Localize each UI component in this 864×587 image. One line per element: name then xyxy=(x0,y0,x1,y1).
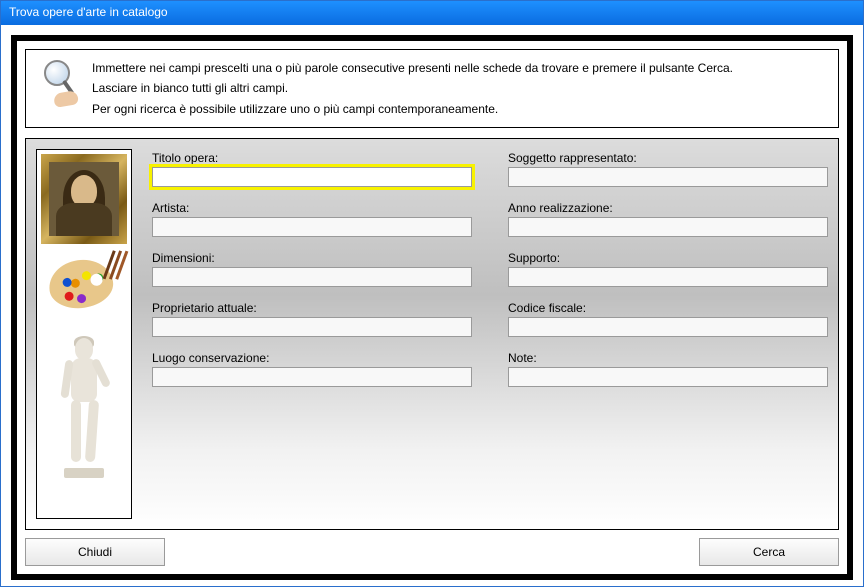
field-proprietario: Proprietario attuale: xyxy=(152,301,472,337)
field-anno: Anno realizzazione: xyxy=(508,201,828,237)
label-dimensioni: Dimensioni: xyxy=(152,251,472,265)
field-supporto: Supporto: xyxy=(508,251,828,287)
instructions-line: Per ogni ricerca è possibile utilizzare … xyxy=(92,99,733,119)
field-luogo: Luogo conservazione: xyxy=(152,351,472,387)
magnifier-icon xyxy=(36,58,80,112)
close-button[interactable]: Chiudi xyxy=(25,538,165,566)
input-supporto[interactable] xyxy=(508,267,828,287)
instructions-text: Immettere nei campi prescelti una o più … xyxy=(92,58,733,119)
input-luogo[interactable] xyxy=(152,367,472,387)
label-supporto: Supporto: xyxy=(508,251,828,265)
button-row: Chiudi Cerca xyxy=(25,538,839,566)
field-note: Note: xyxy=(508,351,828,387)
field-titolo-opera: Titolo opera: xyxy=(152,151,472,187)
label-soggetto: Soggetto rappresentato: xyxy=(508,151,828,165)
input-soggetto[interactable] xyxy=(508,167,828,187)
input-artista[interactable] xyxy=(152,217,472,237)
label-luogo: Luogo conservazione: xyxy=(152,351,472,365)
input-note[interactable] xyxy=(508,367,828,387)
label-anno: Anno realizzazione: xyxy=(508,201,828,215)
window-body: Immettere nei campi prescelti una o più … xyxy=(1,25,863,586)
input-dimensioni[interactable] xyxy=(152,267,472,287)
instructions-line: Lasciare in bianco tutti gli altri campi… xyxy=(92,78,733,98)
field-dimensioni: Dimensioni: xyxy=(152,251,472,287)
label-codice-fiscale: Codice fiscale: xyxy=(508,301,828,315)
field-codice-fiscale: Codice fiscale: xyxy=(508,301,828,337)
window-titlebar: Trova opere d'arte in catalogo xyxy=(1,1,863,25)
content-frame: Immettere nei campi prescelti una o più … xyxy=(11,35,853,580)
label-titolo-opera: Titolo opera: xyxy=(152,151,472,165)
label-proprietario: Proprietario attuale: xyxy=(152,301,472,315)
input-codice-fiscale[interactable] xyxy=(508,317,828,337)
input-proprietario[interactable] xyxy=(152,317,472,337)
input-anno[interactable] xyxy=(508,217,828,237)
search-artwork-window: Trova opere d'arte in catalogo Immettere… xyxy=(0,0,864,587)
palette-icon xyxy=(41,250,127,318)
search-button[interactable]: Cerca xyxy=(699,538,839,566)
field-artista: Artista: xyxy=(152,201,472,237)
search-form-box: Titolo opera: Soggetto rappresentato: Ar… xyxy=(25,138,839,530)
mona-lisa-icon xyxy=(41,154,127,244)
instructions-box: Immettere nei campi prescelti una o più … xyxy=(25,49,839,128)
window-title: Trova opere d'arte in catalogo xyxy=(9,5,168,19)
artwork-thumbnails-strip xyxy=(36,149,132,519)
instructions-line: Immettere nei campi prescelti una o più … xyxy=(92,58,733,78)
david-statue-icon xyxy=(41,324,127,484)
search-form: Titolo opera: Soggetto rappresentato: Ar… xyxy=(152,149,828,519)
label-note: Note: xyxy=(508,351,828,365)
input-titolo-opera[interactable] xyxy=(152,167,472,187)
label-artista: Artista: xyxy=(152,201,472,215)
field-soggetto: Soggetto rappresentato: xyxy=(508,151,828,187)
